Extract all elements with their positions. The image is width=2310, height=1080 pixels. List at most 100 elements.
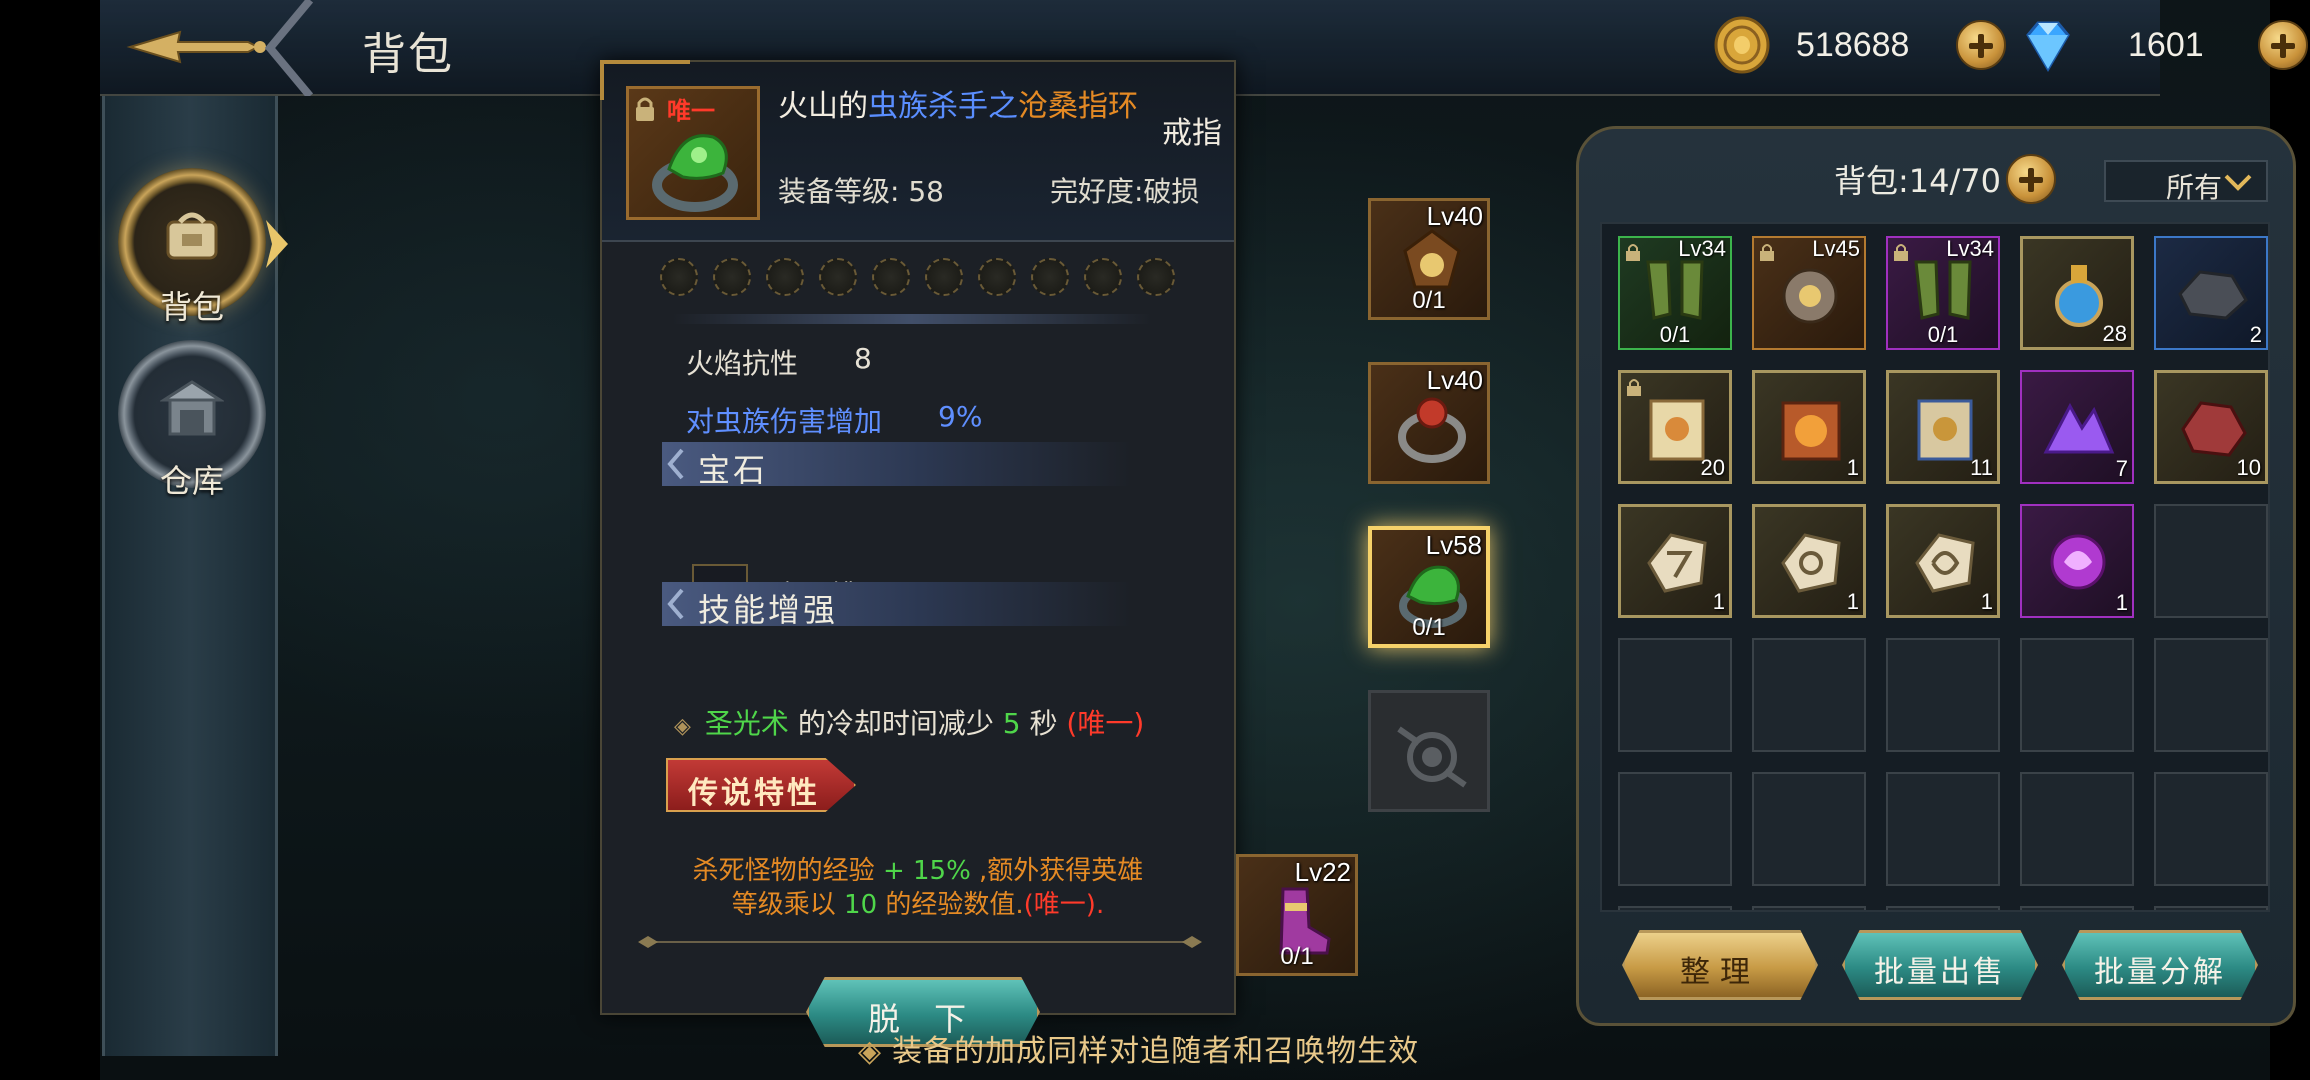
diamond-icon: [2026, 21, 2070, 72]
inventory-slot-red-ore[interactable]: 10: [2154, 370, 2268, 484]
socket-icon: [872, 258, 910, 296]
gem-section-header: 宝石: [662, 442, 1132, 489]
socket-icon: [713, 258, 751, 296]
amulet-icon: [1782, 268, 1838, 324]
page-title: 背包: [362, 29, 454, 80]
socket-icon: [1031, 258, 1069, 296]
gem-amount: 1601: [2128, 25, 2204, 64]
ring-icon: [652, 134, 738, 212]
inventory-slot-empty[interactable]: [2154, 906, 2268, 910]
skill-section-header: 技能增强: [662, 582, 1132, 629]
inventory-slot-fire-scroll[interactable]: 1: [1752, 370, 1866, 484]
attr-fire-value: 8: [854, 342, 872, 375]
magic-orb-icon: [2050, 534, 2106, 590]
inventory-slot-empty[interactable]: [1618, 906, 1732, 910]
rune-stone-icon: [1647, 533, 1707, 593]
backpack-icon: [166, 212, 218, 260]
warehouse-icon: [160, 380, 224, 436]
inventory-slot-crystal[interactable]: 7: [2020, 370, 2134, 484]
item-detail-panel: 唯一 火山的虫族杀手之沧桑指环 戒指 装备等级: 58 完好度:破损 火焰抗性 …: [600, 60, 1236, 1047]
inventory-slot-ore[interactable]: 2: [2154, 236, 2268, 350]
inventory-slot-potion[interactable]: 28: [2020, 236, 2134, 350]
inventory-slot-empty[interactable]: [1752, 638, 1866, 752]
gold-amount: 518688: [1796, 25, 1910, 64]
inventory-slot-empty[interactable]: [1886, 772, 2000, 886]
add-gems-button[interactable]: [2258, 20, 2308, 70]
rune-stone-icon: [1781, 533, 1841, 593]
inventory-slot-empty[interactable]: [1886, 906, 2000, 910]
legend-trait-description: 杀死怪物的经验 + 15% ,额外获得英雄 等级乘以 10 的经验数值.(唯一)…: [692, 856, 1144, 920]
diamond-bullet-icon: ◈: [858, 1034, 883, 1069]
game-screen: 背包 518688 1601 背包 仓库 唯一 火山的虫族杀手之沧桑指环 戒指 …: [0, 0, 2310, 1080]
legend-trait-banner: 传说特性: [666, 758, 856, 812]
equipped-slot-ring-2[interactable]: Lv58 0/1: [1368, 526, 1490, 648]
item-level: 装备等级: 58: [778, 175, 944, 208]
inventory-slot-rune[interactable]: 1: [1752, 504, 1866, 618]
inventory-slot-rune[interactable]: 1: [1886, 504, 2000, 618]
equipped-slot-amulet[interactable]: Lv40 0/1: [1368, 198, 1490, 320]
equipped-slot-boots[interactable]: Lv22 0/1: [1236, 854, 1358, 976]
inventory-filter-dropdown[interactable]: 所有: [2104, 160, 2268, 204]
letterbox-left: [0, 0, 100, 1080]
inventory-grid: Lv34 0/1 Lv45 Lv34 0/1 28 2 20 1 11 7 10…: [1600, 222, 2270, 912]
expand-inventory-button[interactable]: [2006, 154, 2056, 204]
inventory-slot-empty[interactable]: [1752, 772, 1866, 886]
inventory-slot-empty[interactable]: [1618, 772, 1732, 886]
ring-icon: [1398, 397, 1466, 463]
active-arrow-icon: [266, 220, 288, 268]
bulk-sell-button[interactable]: 批量出售: [1842, 930, 2038, 1000]
equipment-bonus-note: ◈ 装备的加成同样对追随者和召唤物生效: [858, 1034, 1420, 1069]
equipped-slot-empty[interactable]: [1368, 690, 1490, 812]
inventory-slot-amulet[interactable]: Lv45: [1752, 236, 1866, 350]
diamond-bullet-icon: ◈: [674, 714, 691, 739]
inventory-slot-rune[interactable]: 1: [1618, 504, 1732, 618]
attr-bug-value: 9%: [938, 400, 983, 433]
attr-bug-label: 对虫族伤害增加: [686, 405, 883, 438]
socket-icon: [1084, 258, 1122, 296]
title-chevron-ornament: [264, 0, 314, 96]
rune-stone-icon: [1915, 533, 1975, 593]
attr-fire-label: 火焰抗性: [686, 347, 799, 380]
inventory-slot-empty[interactable]: [2154, 504, 2268, 618]
inventory-slot-empty[interactable]: [2020, 638, 2134, 752]
socket-icon: [1137, 258, 1175, 296]
item-durability: 完好度:破损: [1050, 175, 1200, 208]
socket-icon: [819, 258, 857, 296]
equipped-slot-ring-1[interactable]: Lv40: [1368, 362, 1490, 484]
inventory-slot-boots[interactable]: Lv34 0/1: [1886, 236, 2000, 350]
add-gold-button[interactable]: [1956, 20, 2006, 70]
section-divider: [672, 314, 1152, 324]
inventory-slot-empty[interactable]: [2154, 772, 2268, 886]
gold-currency: 518688: [1712, 14, 2006, 76]
enhance-sockets: [660, 258, 1175, 296]
socket-icon: [978, 258, 1016, 296]
item-name: 火山的虫族杀手之沧桑指环: [778, 89, 1138, 124]
inventory-slot-empty[interactable]: [1886, 638, 2000, 752]
inventory-slot-magic-orb[interactable]: 1: [2020, 504, 2134, 618]
sidebar-item-label: 仓库: [159, 462, 224, 500]
chevron-left-icon: [667, 448, 684, 480]
inventory-slot-empty[interactable]: [2020, 906, 2134, 910]
inventory-slot-empty[interactable]: [2020, 772, 2134, 886]
socket-icon: [660, 258, 698, 296]
inventory-slot-scroll[interactable]: 20: [1618, 370, 1732, 484]
ore-icon: [2178, 270, 2248, 320]
gem-currency: 1601: [2018, 14, 2308, 76]
empty-slot-icon: [1397, 726, 1467, 788]
item-type: 戒指: [1162, 116, 1222, 151]
inventory-slot-map-scroll[interactable]: 11: [1886, 370, 2000, 484]
gold-coin-icon: [1714, 16, 1770, 74]
ornament-divider: [638, 936, 1202, 948]
sort-button[interactable]: 整理: [1622, 930, 1818, 1000]
item-icon: 唯一: [626, 86, 760, 220]
inventory-slot-empty[interactable]: [1618, 638, 1732, 752]
inventory-slot-empty[interactable]: [2154, 638, 2268, 752]
inventory-slot-boots[interactable]: Lv34 0/1: [1618, 236, 1732, 350]
skill-effect: ◈ 圣光术 的冷却时间减少 5 秒 (唯一): [674, 707, 1145, 740]
bulk-decompose-button[interactable]: 批量分解: [2062, 930, 2258, 1000]
chevron-left-icon: [667, 588, 684, 620]
socket-icon: [925, 258, 963, 296]
inventory-slot-empty[interactable]: [1752, 906, 1866, 910]
fire-scroll-icon: [1781, 401, 1841, 461]
sidebar-item-label: 背包: [159, 288, 224, 326]
